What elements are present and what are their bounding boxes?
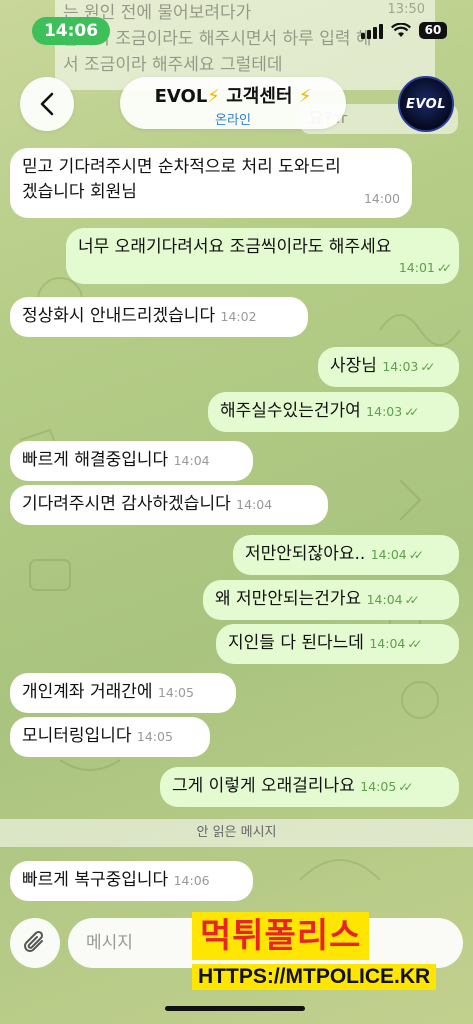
- message-time: 14:04 ✓✓: [369, 636, 422, 651]
- watermark-title: 먹튀폴리스: [192, 912, 370, 960]
- message-time: 14:06: [173, 873, 210, 888]
- message-time: 14:05: [157, 685, 194, 700]
- read-check-icon: ✓✓: [404, 593, 420, 607]
- message-time-value: 14:03: [382, 359, 419, 374]
- message-text: 너무 오래기다려서요 조금씩이라도 해주세요: [78, 237, 392, 257]
- back-button[interactable]: [20, 77, 74, 131]
- avatar[interactable]: EVOL: [398, 76, 454, 132]
- watermark-url: HTTPS://MTPOLICE.KR: [192, 964, 437, 990]
- message-incoming[interactable]: 정상화시 안내드리겠습니다 14:02: [10, 297, 308, 337]
- message-time: 14:05: [136, 729, 173, 744]
- chat-name-suffix: 고객센터: [226, 86, 293, 107]
- message-time: 14:02: [220, 309, 257, 324]
- wifi-icon: [391, 23, 411, 37]
- read-check-icon: ✓✓: [408, 548, 424, 562]
- signal-icon: [361, 23, 383, 39]
- message-time-value: 14:05: [360, 779, 397, 794]
- message-text: 개인계좌 거래간에: [22, 682, 153, 702]
- message-outgoing[interactable]: 지인들 다 된다느데 14:04 ✓✓: [216, 624, 459, 664]
- message-time: 14:03 ✓✓: [382, 359, 435, 374]
- paperclip-icon: [24, 930, 44, 952]
- message-time: 14:01 ✓✓: [398, 255, 452, 281]
- message-text: 겠습니다 회원님: [22, 182, 137, 202]
- status-icons: 60: [361, 22, 447, 39]
- message-time-value: 14:04: [369, 636, 406, 651]
- attach-button[interactable]: [10, 918, 60, 968]
- message-incoming[interactable]: 믿고 기다려주시면 순차적으로 처리 도와드리 겠습니다 회원님 14:00: [10, 148, 412, 218]
- message-text: 지인들 다 된다느데: [228, 633, 364, 653]
- message-time-value: 14:04: [370, 547, 407, 562]
- message-text: 그게 이렇게 오래걸리나요: [172, 776, 355, 796]
- read-check-icon: ✓✓: [404, 405, 419, 419]
- message-time: 14:04: [236, 497, 273, 512]
- message-text: 믿고 기다려주시면 순차적으로 처리 도와드리: [22, 157, 341, 177]
- message-time: 14:04 ✓✓: [370, 547, 424, 562]
- message-outgoing[interactable]: 저만안되잖아요.. 14:04 ✓✓: [233, 535, 459, 575]
- read-check-icon: ✓✓: [407, 637, 422, 651]
- message-text: 저만안되잖아요..: [245, 544, 366, 564]
- home-indicator: [165, 1006, 305, 1011]
- message-incoming[interactable]: 개인계좌 거래간에 14:05: [10, 673, 236, 713]
- message-time-value: 14:04: [366, 592, 403, 607]
- read-check-icon: ✓✓: [436, 261, 452, 275]
- message-incoming[interactable]: 기다려주시면 감사하겠습니다 14:04: [10, 485, 328, 525]
- message-outgoing[interactable]: 사장님 14:03 ✓✓: [318, 347, 459, 387]
- message-incoming[interactable]: 빠르게 복구중입니다 14:06: [10, 861, 253, 901]
- message-outgoing[interactable]: 왜 저만안되는건가요 14:04 ✓✓: [203, 580, 459, 620]
- message-time: 14:04 ✓✓: [366, 592, 420, 607]
- message-outgoing[interactable]: 너무 오래기다려서요 조금씩이라도 해주세요 14:01 ✓✓: [66, 228, 459, 284]
- message-outgoing[interactable]: 해주실수있는건가여 14:03 ✓✓: [208, 392, 459, 432]
- message-text: 왜 저만안되는건가요: [215, 589, 362, 609]
- unread-divider: 안 읽은 메시지: [0, 819, 473, 847]
- message-text: 기다려주시면 감사하겠습니다: [22, 494, 231, 514]
- message-text: 모니터링입니다: [22, 726, 132, 746]
- message-text: 해주실수있는건가여: [220, 401, 361, 421]
- chevron-left-icon: [40, 92, 54, 116]
- message-time: 14:05 ✓✓: [360, 779, 413, 794]
- watermark: 먹튀폴리스 HTTPS://MTPOLICE.KR: [192, 912, 447, 1012]
- status-time: 14:06: [32, 17, 110, 45]
- message-text: 빠르게 해결중입니다: [22, 450, 169, 470]
- ghost-line-3: 서 조금이라 해주세요 그럴테데: [63, 55, 283, 75]
- message-outgoing[interactable]: 그게 이렇게 오래걸리나요 14:05 ✓✓: [160, 767, 459, 807]
- lightning-icon: ⚡: [207, 86, 220, 107]
- read-check-icon: ✓✓: [398, 780, 413, 794]
- message-incoming[interactable]: 모니터링입니다 14:05: [10, 717, 210, 757]
- message-time-value: 14:01: [398, 260, 435, 275]
- lightning-icon: ⚡: [298, 86, 312, 107]
- ghost-time: 13:50: [387, 2, 425, 17]
- chat-title[interactable]: EVOL⚡ 고객센터 ⚡ 온라인: [120, 77, 346, 129]
- chat-name-brand: EVOL: [154, 86, 208, 107]
- message-text: 정상화시 안내드리겠습니다: [22, 306, 216, 326]
- message-incoming[interactable]: 빠르게 해결중입니다 14:04: [10, 441, 253, 481]
- chat-name: EVOL⚡ 고객센터 ⚡: [120, 82, 346, 108]
- online-status: 온라인: [215, 113, 251, 128]
- avatar-logo-text: EVOL: [405, 96, 447, 112]
- read-check-icon: ✓✓: [420, 360, 435, 374]
- message-text: 사장님: [330, 356, 377, 376]
- message-time-value: 14:03: [366, 404, 403, 419]
- battery-icon: 60: [419, 22, 447, 39]
- message-text: 빠르게 복구중입니다: [22, 870, 169, 890]
- message-time: 14:03 ✓✓: [366, 404, 419, 419]
- message-time: 14:00: [363, 191, 400, 206]
- message-time: 14:04: [173, 453, 210, 468]
